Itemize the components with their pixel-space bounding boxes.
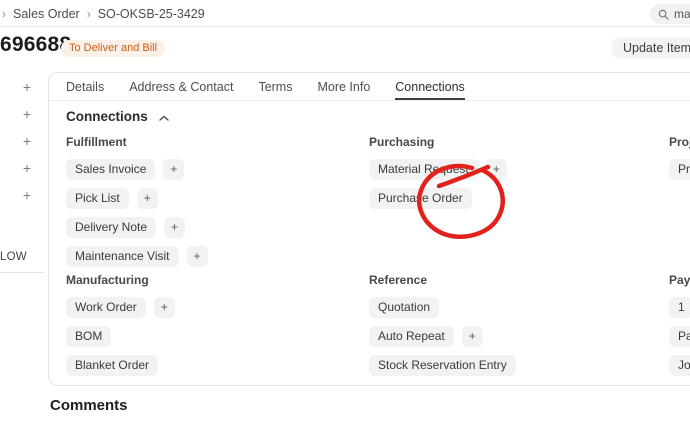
tab-address-contact[interactable]: Address & Contact <box>129 73 233 100</box>
top-navbar: › Sales Order › SO-OKSB-25-3429 ma <box>0 0 690 27</box>
doc-link-auto-repeat[interactable]: Auto Repeat <box>369 326 454 347</box>
add-work-order-button[interactable]: + <box>154 297 175 318</box>
group-purchasing: Purchasing Material Request + Purchase O… <box>369 135 507 217</box>
group-fulfillment: Fulfillment Sales Invoice + Pick List + … <box>66 135 208 275</box>
doc-link-material-request[interactable]: Material Request <box>369 159 478 180</box>
doc-link-count-badge[interactable]: 1 <box>669 297 690 318</box>
chevron-up-icon <box>159 110 169 125</box>
doc-link-purchase-order[interactable]: Purchase Order <box>369 188 472 209</box>
global-search-input[interactable]: ma <box>650 4 690 24</box>
connection-row: Stock Reservation Entry <box>369 355 516 376</box>
doc-link-sales-invoice[interactable]: Sales Invoice <box>66 159 155 180</box>
connection-row: Material Request + <box>369 159 507 180</box>
search-icon <box>658 9 669 20</box>
doc-link-stock-reservation-entry[interactable]: Stock Reservation Entry <box>369 355 516 376</box>
group-reference: Reference Quotation Auto Repeat + Stock … <box>369 273 516 384</box>
doc-link-project-clipped[interactable]: Proj <box>669 159 690 180</box>
group-payments-clipped: Paym 1 Paym Jour <box>669 273 690 384</box>
doc-link-work-order[interactable]: Work Order <box>66 297 146 318</box>
tab-more-info[interactable]: More Info <box>317 73 370 100</box>
connection-row: Proj <box>669 159 690 180</box>
sidebar-add-icon-4[interactable]: + <box>20 161 34 175</box>
sales-order-page: › Sales Order › SO-OKSB-25-3429 ma 69668… <box>0 0 690 424</box>
connection-row: Auto Repeat + <box>369 326 516 347</box>
add-material-request-button[interactable]: + <box>486 159 507 180</box>
doc-link-bom[interactable]: BOM <box>66 326 111 347</box>
add-delivery-note-button[interactable]: + <box>164 217 185 238</box>
connection-row: BOM <box>66 326 175 347</box>
group-projects-clipped: Proje Proj <box>669 135 690 188</box>
breadcrumb-sales-order[interactable]: Sales Order <box>13 7 80 21</box>
connections-section-header[interactable]: Connections <box>66 108 169 125</box>
left-sidebar: + + + + + <box>20 80 34 202</box>
doc-link-quotation[interactable]: Quotation <box>369 297 439 318</box>
update-items-button[interactable]: Update Items <box>612 37 690 59</box>
doc-link-journal-clipped[interactable]: Jour <box>669 355 690 376</box>
connections-section-title: Connections <box>66 109 148 124</box>
comments-section-title: Comments <box>50 397 128 414</box>
sidebar-partial-label: LOW <box>0 251 27 263</box>
sidebar-divider <box>0 272 44 273</box>
sidebar-add-icon-5[interactable]: + <box>20 188 34 202</box>
doc-link-delivery-note[interactable]: Delivery Note <box>66 217 156 238</box>
sidebar-add-icon-2[interactable]: + <box>20 107 34 121</box>
sidebar-add-icon-1[interactable]: + <box>20 80 34 94</box>
connection-row: Quotation <box>369 297 516 318</box>
form-tabs-card: Details Address & Contact Terms More Inf… <box>48 72 690 386</box>
tab-terms[interactable]: Terms <box>258 73 292 100</box>
tab-bar: Details Address & Contact Terms More Inf… <box>49 73 690 101</box>
group-title: Manufacturing <box>66 273 175 287</box>
connection-row: Work Order + <box>66 297 175 318</box>
connection-row: Pick List + <box>66 188 208 209</box>
sidebar-add-icon-3[interactable]: + <box>20 134 34 148</box>
group-title: Proje <box>669 135 690 149</box>
doc-link-pick-list[interactable]: Pick List <box>66 188 129 209</box>
breadcrumb: › Sales Order › SO-OKSB-25-3429 <box>2 0 205 27</box>
tab-details[interactable]: Details <box>66 73 104 100</box>
status-badge: To Deliver and Bill <box>61 40 165 57</box>
connection-row: Maintenance Visit + <box>66 246 208 267</box>
doc-link-blanket-order[interactable]: Blanket Order <box>66 355 158 376</box>
connection-row: 1 <box>669 297 690 318</box>
group-title: Fulfillment <box>66 135 208 149</box>
add-maintenance-visit-button[interactable]: + <box>187 246 208 267</box>
connection-row: Delivery Note + <box>66 217 208 238</box>
group-manufacturing: Manufacturing Work Order + BOM Blanket O… <box>66 273 175 384</box>
add-pick-list-button[interactable]: + <box>137 188 158 209</box>
group-title: Purchasing <box>369 135 507 149</box>
connection-row: Jour <box>669 355 690 376</box>
breadcrumb-separator: › <box>87 7 91 21</box>
doc-link-maintenance-visit[interactable]: Maintenance Visit <box>66 246 179 267</box>
connection-row: Purchase Order <box>369 188 507 209</box>
group-title: Reference <box>369 273 516 287</box>
connection-row: Sales Invoice + <box>66 159 208 180</box>
breadcrumb-leading-chevron: › <box>2 7 6 21</box>
breadcrumb-doc-id[interactable]: SO-OKSB-25-3429 <box>98 7 205 21</box>
tab-connections[interactable]: Connections <box>395 73 465 100</box>
add-auto-repeat-button[interactable]: + <box>462 326 483 347</box>
connection-row: Blanket Order <box>66 355 175 376</box>
connection-row: Paym <box>669 326 690 347</box>
doc-link-payment-clipped[interactable]: Paym <box>669 326 690 347</box>
add-sales-invoice-button[interactable]: + <box>163 159 184 180</box>
group-title: Paym <box>669 273 690 287</box>
search-text: ma <box>674 7 690 21</box>
